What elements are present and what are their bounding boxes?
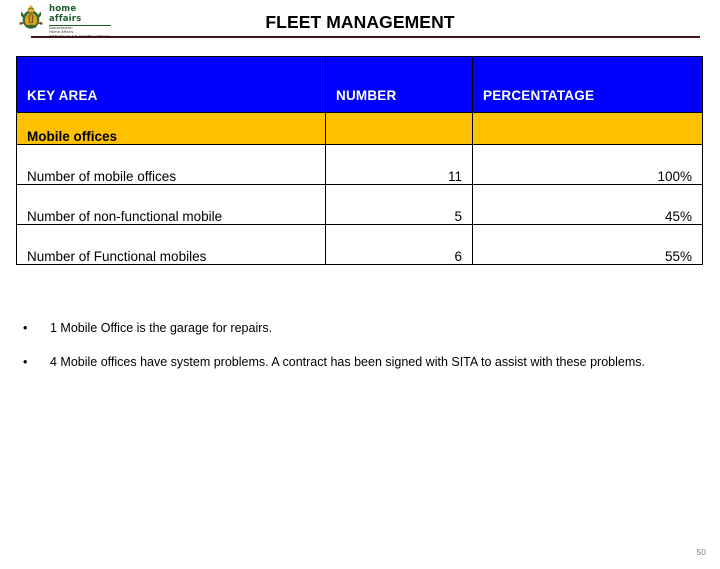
table-header-row: KEY AREA NUMBER PERCENTATAGE — [16, 56, 703, 113]
row-percentage-cell: 100% — [472, 144, 703, 185]
row-percentage-value: 55% — [664, 249, 692, 264]
column-header-percentage: PERCENTATAGE — [472, 56, 703, 113]
row-number-cell: 5 — [325, 184, 473, 225]
bullet-marker-icon: • — [23, 355, 28, 369]
row-percentage-value: 45% — [664, 209, 692, 224]
section-row-percentage-cell — [472, 112, 703, 145]
bullet-marker-icon: • — [23, 321, 28, 335]
column-header-percentage-label: PERCENTATAGE — [483, 88, 595, 103]
column-header-key-area-label: KEY AREA — [27, 88, 98, 103]
list-item: • 4 Mobile offices have system problems.… — [16, 354, 702, 371]
fleet-management-table: KEY AREA NUMBER PERCENTATAGE Mobile offi… — [16, 56, 703, 265]
page-title: FLEET MANAGEMENT — [265, 12, 455, 32]
table-section-row: Mobile offices — [16, 112, 703, 145]
list-item-text: 1 Mobile Office is the garage for repair… — [50, 321, 273, 335]
section-row-label: Mobile offices — [27, 129, 118, 144]
row-key-area-label: Number of mobile offices — [27, 169, 177, 184]
row-number-cell: 11 — [325, 144, 473, 185]
column-header-number: NUMBER — [325, 56, 473, 113]
row-percentage-cell: 55% — [472, 224, 703, 265]
row-key-area-cell: Number of mobile offices — [16, 144, 326, 185]
row-key-area-label: Number of non-functional mobile — [27, 209, 223, 224]
header-divider-rule — [31, 36, 700, 38]
row-percentage-cell: 45% — [472, 184, 703, 225]
row-number-value: 11 — [447, 169, 462, 184]
column-header-number-label: NUMBER — [336, 88, 397, 103]
slide-header: home affairs Department: Home Affairs RE… — [0, 0, 720, 42]
row-number-value: 5 — [454, 209, 462, 224]
row-number-value: 6 — [454, 249, 462, 264]
table-row: Number of mobile offices 11 100% — [16, 144, 703, 185]
list-item: • 1 Mobile Office is the garage for repa… — [16, 320, 702, 337]
column-header-key-area: KEY AREA — [16, 56, 326, 113]
bullet-list: • 1 Mobile Office is the garage for repa… — [16, 320, 702, 388]
table-row: Number of Functional mobiles 6 55% — [16, 224, 703, 265]
page-number: 50 — [696, 547, 706, 557]
row-key-area-label: Number of Functional mobiles — [27, 249, 207, 264]
section-row-number-cell — [325, 112, 473, 145]
row-key-area-cell: Number of non-functional mobile — [16, 184, 326, 225]
row-number-cell: 6 — [325, 224, 473, 265]
list-item-text: 4 Mobile offices have system problems. A… — [50, 355, 645, 369]
section-row-label-cell: Mobile offices — [16, 112, 326, 145]
row-key-area-cell: Number of Functional mobiles — [16, 224, 326, 265]
row-percentage-value: 100% — [657, 169, 692, 184]
table-row: Number of non-functional mobile 5 45% — [16, 184, 703, 225]
